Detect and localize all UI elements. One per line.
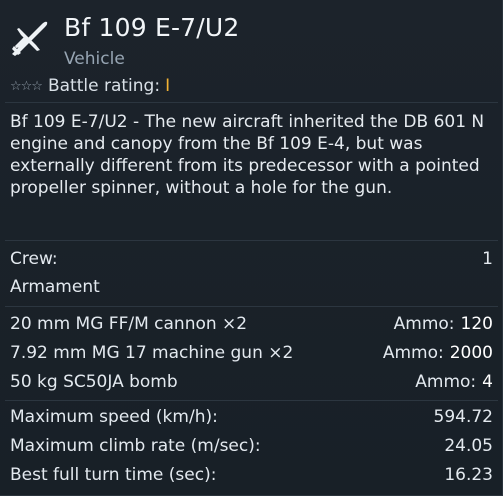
vehicle-title: Bf 109 E-7/U2: [64, 13, 240, 42]
stat-label: Maximum climb rate (m/sec):: [10, 436, 261, 456]
divider: [5, 240, 498, 241]
weapon-name: 20 mm MG FF/M cannon ×2: [10, 314, 248, 334]
vehicle-description: Bf 109 E-7/U2 - The new aircraft inherit…: [10, 112, 485, 198]
weapon-name: 7.92 mm MG 17 machine gun ×2: [10, 343, 294, 363]
rank-stars-icon: ☆☆☆: [10, 78, 43, 94]
ammo-label: Ammo:: [393, 314, 455, 334]
crew-value: 1: [482, 249, 493, 269]
stat-label: Maximum speed (km/h):: [10, 407, 218, 427]
armament-row: 20 mm MG FF/M cannon ×2 Ammo: 120: [10, 312, 493, 336]
stat-value: 594.72: [433, 407, 493, 427]
battle-rating-label: Battle rating:: [47, 76, 161, 96]
crew-row: Crew: 1: [10, 247, 493, 271]
crew-label: Crew:: [10, 249, 58, 269]
vehicle-tooltip-panel: Bf 109 E-7/U2 Vehicle ☆☆☆ Battle rating:…: [0, 0, 503, 496]
battle-rating-value: I: [165, 76, 171, 96]
weapon-name: 50 kg SC50JA bomb: [10, 372, 178, 392]
ammo-count: Ammo: 4: [415, 372, 493, 392]
ammo-value: 4: [482, 372, 493, 392]
divider: [5, 102, 498, 103]
stat-row: Maximum speed (km/h): 594.72: [10, 405, 493, 429]
armament-row: 50 kg SC50JA bomb Ammo: 4: [10, 370, 493, 394]
ammo-count: Ammo: 120: [394, 314, 493, 334]
stat-row: Best full turn time (sec): 16.23: [10, 463, 493, 487]
vehicle-header: Bf 109 E-7/U2 Vehicle ☆☆☆ Battle rating:…: [0, 0, 503, 100]
ammo-value: 2000: [449, 343, 493, 363]
stat-label: Best full turn time (sec):: [10, 465, 217, 485]
armament-row: 7.92 mm MG 17 machine gun ×2 Ammo: 2000: [10, 341, 493, 365]
ammo-value: 120: [460, 314, 493, 334]
ammo-label: Ammo:: [415, 372, 477, 392]
stat-value: 16.23: [444, 465, 493, 485]
fighter-plane-icon: [12, 21, 48, 56]
battle-rating-row: ☆☆☆ Battle rating: I: [10, 75, 170, 97]
ammo-count: Ammo: 2000: [383, 343, 493, 363]
divider: [5, 306, 498, 307]
divider: [5, 400, 498, 401]
armament-title: Armament: [10, 277, 100, 297]
ammo-label: Ammo:: [382, 343, 444, 363]
stat-value: 24.05: [444, 436, 493, 456]
stat-row: Maximum climb rate (m/sec): 24.05: [10, 434, 493, 458]
vehicle-type-label: Vehicle: [64, 49, 125, 69]
